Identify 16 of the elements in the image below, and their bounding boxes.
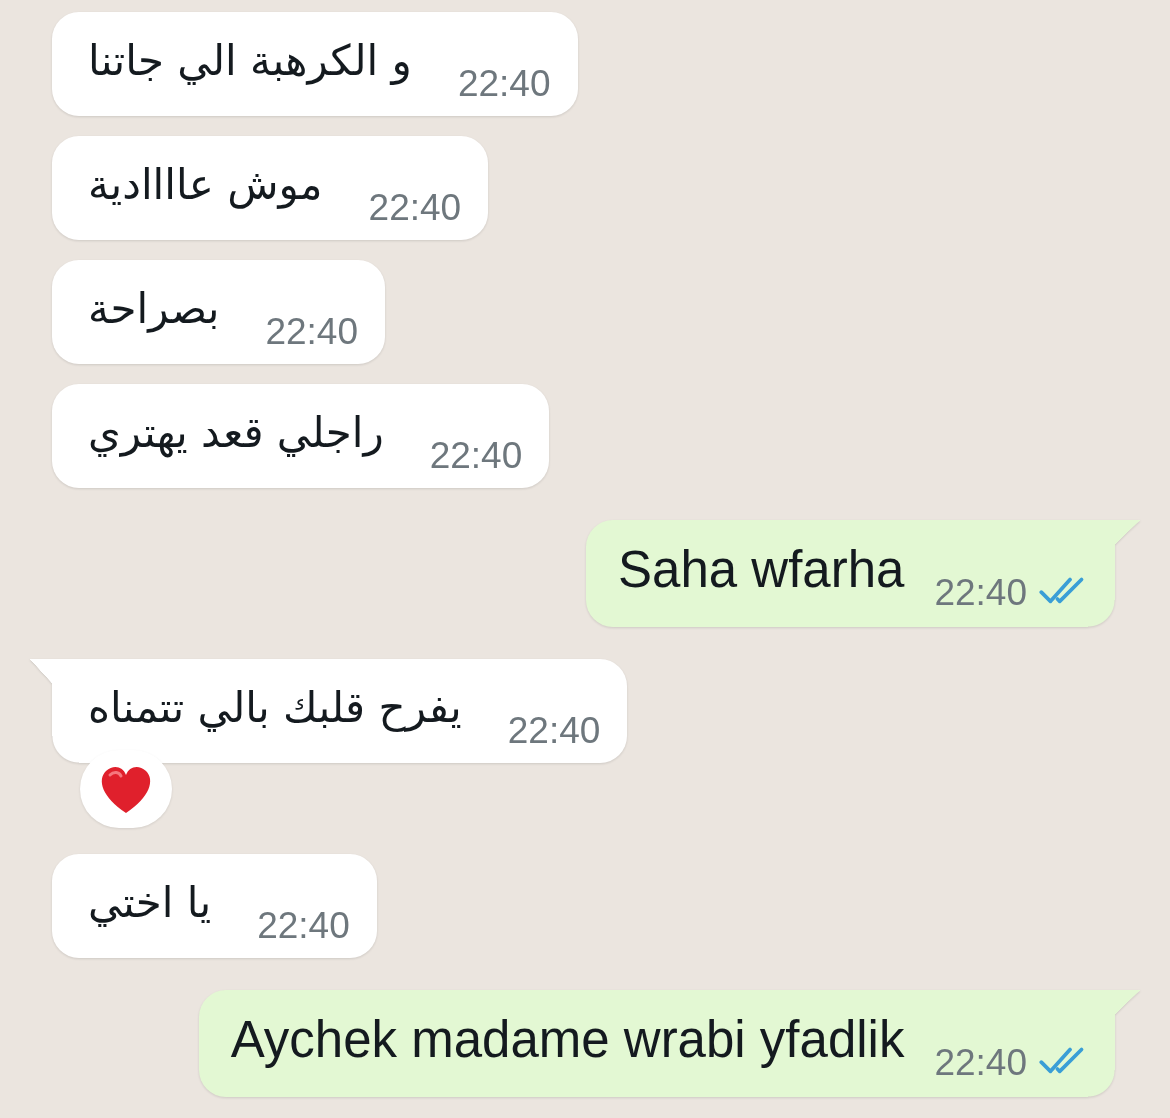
message-time: 22:40 bbox=[457, 63, 551, 104]
message-text: بصراحة bbox=[88, 283, 220, 335]
message-time: 22:40 bbox=[265, 311, 359, 352]
message-time: 22:40 bbox=[429, 435, 523, 476]
message-text: يفرح قلبك بالي تتمناه bbox=[88, 682, 462, 734]
message-text: و الكرهبة الي جاتنا bbox=[88, 35, 412, 87]
message-text: Saha wfarha bbox=[618, 541, 905, 600]
message-text: موش عاااادية bbox=[88, 159, 323, 211]
message-time: 22:40 bbox=[507, 710, 601, 751]
message-text: يا اختي bbox=[88, 877, 212, 929]
message-text: راجلي قعد يهتري bbox=[88, 407, 384, 460]
message-time: 22:40 bbox=[934, 572, 1027, 613]
message-time: 22:40 bbox=[257, 905, 350, 946]
message-time: 22:40 bbox=[368, 187, 462, 228]
message-time: 22:40 bbox=[934, 1042, 1027, 1083]
message-text: Aychek madame wrabi yfadlik bbox=[230, 1011, 905, 1070]
